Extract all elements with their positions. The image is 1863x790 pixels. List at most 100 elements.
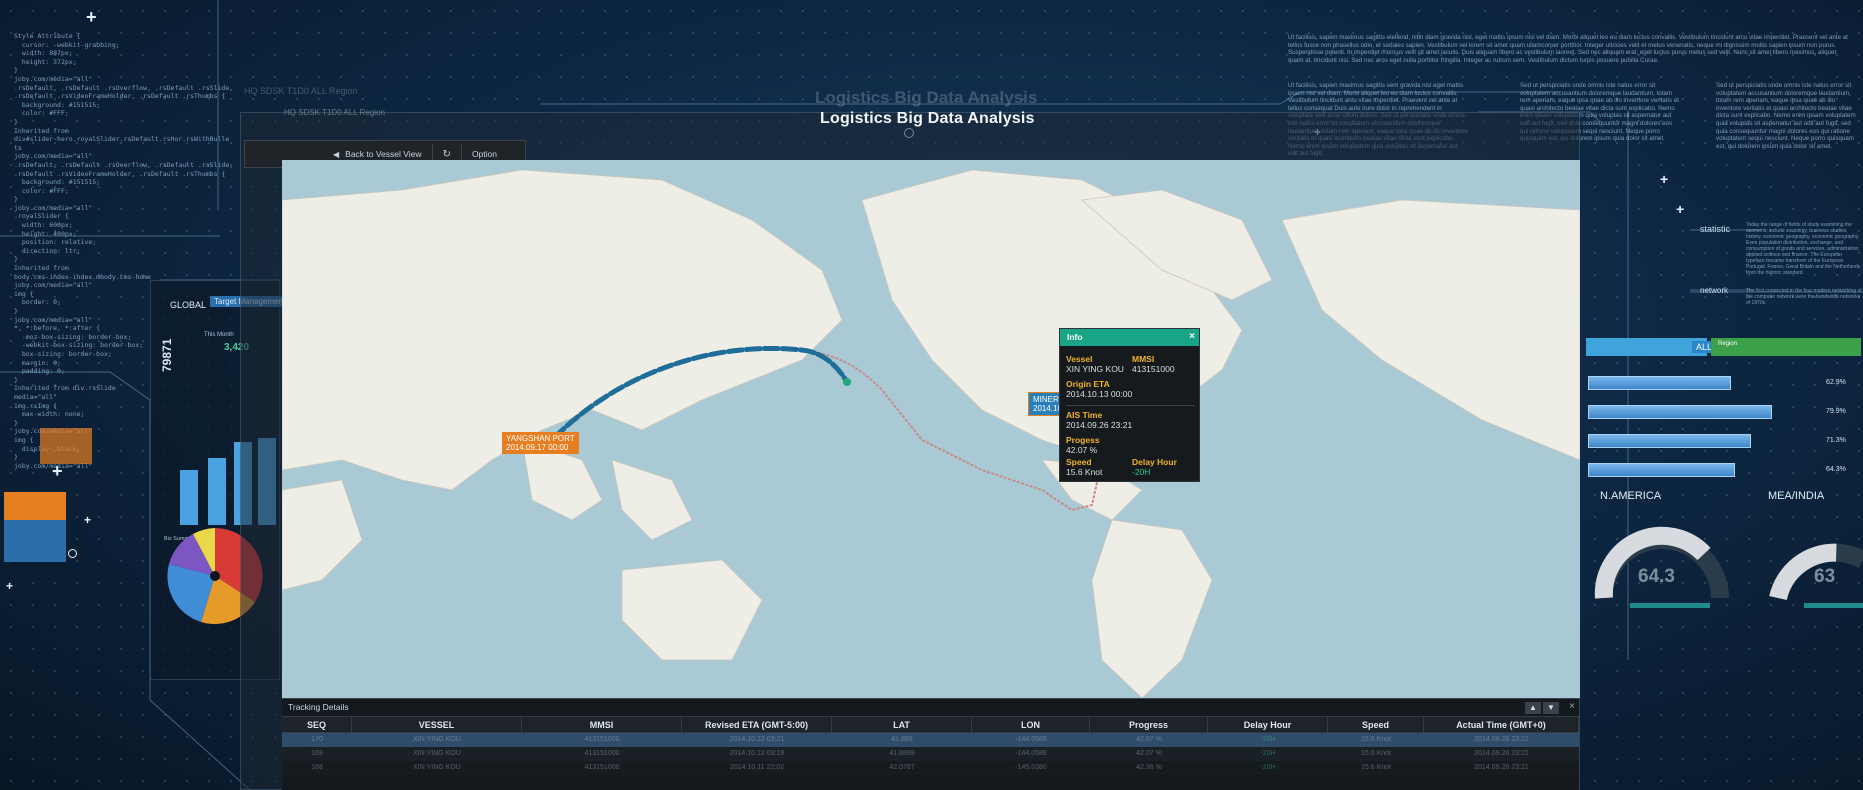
column-header[interactable]: LON xyxy=(972,717,1090,732)
region-progress-bar xyxy=(1588,463,1735,477)
table-cell: 169 xyxy=(311,750,323,757)
right-gauges xyxy=(1594,526,1863,608)
tracking-details-header: Tracking Details ▲ ▼ × xyxy=(282,699,1579,716)
gauge2-value: 63 xyxy=(1814,566,1836,587)
table-cell: 42.07 % xyxy=(1136,736,1162,743)
table-cell: 41.889 xyxy=(891,736,913,743)
info-popup-header: Info × xyxy=(1060,329,1199,346)
scroll-down-icon[interactable]: ▼ xyxy=(1543,702,1559,714)
table-row[interactable]: 168 XIN YING KOU 413151000 2014.10.11 22:02… xyxy=(282,761,1579,775)
tracking-details-title: Tracking Details xyxy=(288,702,349,712)
table-cell: 2014.09.26 23:21 xyxy=(1474,764,1529,771)
statistic-label: statistic xyxy=(1700,224,1731,234)
table-cell: 42.07 % xyxy=(1136,750,1162,757)
table-cell: 413151000 xyxy=(584,764,620,771)
left-bar xyxy=(208,458,226,525)
column-header[interactable]: Speed xyxy=(1328,717,1424,732)
origin-port-label[interactable]: YANGSHAN PORT 2014.09.17 00:00 xyxy=(502,432,579,454)
info-mmsi-label: MMSI xyxy=(1132,354,1155,364)
table-cell: 2014.09.26 23:21 xyxy=(1474,736,1529,743)
tracking-details-panel: Tracking Details ▲ ▼ × SEQ VESSEL MMSI Revi… xyxy=(282,698,1579,790)
table-cell: 41.8889 xyxy=(889,750,915,757)
table-cell: XIN YING KOU xyxy=(413,736,461,743)
breadcrumb: HQ SDSK T1D0 ALL Region xyxy=(284,108,385,117)
info-popup-title: Info xyxy=(1067,332,1083,342)
right-col3-paragraph: Sed ut perspiciatis unde omnis iste natu… xyxy=(1716,82,1856,150)
info-ais-time-value: 2014.09.26 23:21 xyxy=(1066,420,1133,430)
gauge1-value: 64.3 xyxy=(1638,566,1675,587)
page-title: Logistics Big Data Analysis xyxy=(820,110,1035,127)
table-cell: XIN YING KOU xyxy=(413,750,461,757)
table-cell: 42.0787 xyxy=(889,764,915,771)
scroll-up-icon[interactable]: ▲ xyxy=(1525,702,1541,714)
world-map[interactable]: YANGSHAN PORT 2014.09.17 00:00 MINERSVIL… xyxy=(282,160,1580,698)
region-progress-bar xyxy=(1588,376,1731,390)
table-cell: 42.36 % xyxy=(1136,764,1162,771)
vessel-info-popup: Info × Vessel XIN YING KOU MMSI 41315100… xyxy=(1059,328,1200,482)
column-header[interactable]: Revised ETA (GMT-5:00) xyxy=(682,717,832,732)
info-progress-value: 42.07 % xyxy=(1066,445,1098,455)
table-cell: 2014.10.12 03:21 xyxy=(729,736,785,743)
table-cell: -20H xyxy=(1260,764,1276,771)
region-progress-pct: 62.9% xyxy=(1826,379,1846,386)
origin-port-name: YANGSHAN PORT xyxy=(506,434,575,443)
info-origin-eta: Origin ETA 2014.10.13 00:00 xyxy=(1066,379,1132,399)
column-header[interactable]: Progress xyxy=(1090,717,1208,732)
info-ais-time: AIS Time 2014.09.26 23:21 xyxy=(1066,410,1132,430)
info-vessel-value: XIN YING KOU xyxy=(1066,364,1124,374)
ghost-title: Logistics Big Data Analysis xyxy=(815,88,1038,107)
right-top-paragraph: Ut facilisis, sapien maximus sagittis el… xyxy=(1288,34,1848,64)
close-icon[interactable]: × xyxy=(1569,701,1575,712)
column-header[interactable]: Actual Time (GMT+0) xyxy=(1424,717,1579,732)
column-header[interactable]: SEQ xyxy=(282,717,352,732)
left-orange-block xyxy=(40,428,92,464)
ghost-breadcrumb: HQ SDSK T1D0 ALL Region xyxy=(244,86,358,96)
statistic-paragraph: Today the range of fields of study exami… xyxy=(1746,222,1861,276)
info-divider xyxy=(1066,405,1194,406)
arrow-left-icon: ◀ xyxy=(333,149,340,159)
info-speed-label: Speed xyxy=(1066,457,1092,467)
table-cell: 170 xyxy=(311,736,323,743)
table-row[interactable]: 170 XIN YING KOU 413151000 2014.10.12 03:21… xyxy=(282,733,1579,747)
column-header[interactable]: LAT xyxy=(832,717,972,732)
table-cell: -145.0380 xyxy=(1015,764,1047,771)
table-row[interactable]: 169 XIN YING KOU 413151000 2014.10.12 03:19… xyxy=(282,747,1579,761)
table-cell: 2014.09.26 23:21 xyxy=(1474,750,1529,757)
origin-port-time: 2014.09.17 00:00 xyxy=(506,443,569,452)
info-vessel: Vessel XIN YING KOU xyxy=(1066,354,1124,374)
table-cell: 15.6 Knot xyxy=(1361,764,1391,771)
close-icon[interactable]: × xyxy=(1189,331,1195,342)
info-vessel-label: Vessel xyxy=(1066,354,1093,364)
info-progress-label: Progess xyxy=(1066,435,1100,445)
column-header[interactable]: MMSI xyxy=(522,717,682,732)
info-speed: Speed 15.6 Knot xyxy=(1066,457,1102,477)
gauge-title-mea-india: MEA/INDIA xyxy=(1768,490,1825,502)
table-cell: -20H xyxy=(1260,736,1276,743)
table-cell: 15.6 Knot xyxy=(1361,750,1391,757)
map-canvas xyxy=(282,160,1580,698)
info-origin-eta-label: Origin ETA xyxy=(1066,379,1110,389)
region-progress-bar xyxy=(1588,434,1751,448)
info-delay-label: Delay Hour xyxy=(1132,457,1177,467)
region-progress-pct: 64.3% xyxy=(1826,466,1846,473)
network-label: network xyxy=(1700,286,1729,295)
info-delay: Delay Hour -20H xyxy=(1132,457,1177,477)
gauge-title-n-america: N.AMERICA xyxy=(1600,490,1662,502)
column-header[interactable]: VESSEL xyxy=(352,717,522,732)
info-origin-eta-value: 2014.10.13 00:00 xyxy=(1066,389,1133,399)
info-mmsi: MMSI 413151000 xyxy=(1132,354,1175,374)
info-ais-time-label: AIS Time xyxy=(1066,410,1103,420)
info-mmsi-value: 413151000 xyxy=(1132,364,1175,374)
left-stacked-block xyxy=(4,492,66,562)
this-month-label: This Month xyxy=(204,332,234,338)
table-cell: -144.0588 xyxy=(1015,736,1047,743)
back-button-label: Back to Vessel View xyxy=(345,149,422,159)
table-cell: 2014.10.11 22:02 xyxy=(730,764,784,771)
table-cell: XIN YING KOU xyxy=(413,764,461,771)
table-cell: -20H xyxy=(1260,750,1276,757)
tracking-table-header: SEQ VESSEL MMSI Revised ETA (GMT-5:00) LAT LO… xyxy=(282,716,1579,733)
region-tab[interactable]: Region xyxy=(1718,341,1737,347)
column-header[interactable]: Delay Hour xyxy=(1208,717,1328,732)
left-brand: GLOBAL xyxy=(170,300,207,310)
tracking-table-body: 170 XIN YING KOU 413151000 2014.10.12 03:21… xyxy=(282,733,1579,775)
